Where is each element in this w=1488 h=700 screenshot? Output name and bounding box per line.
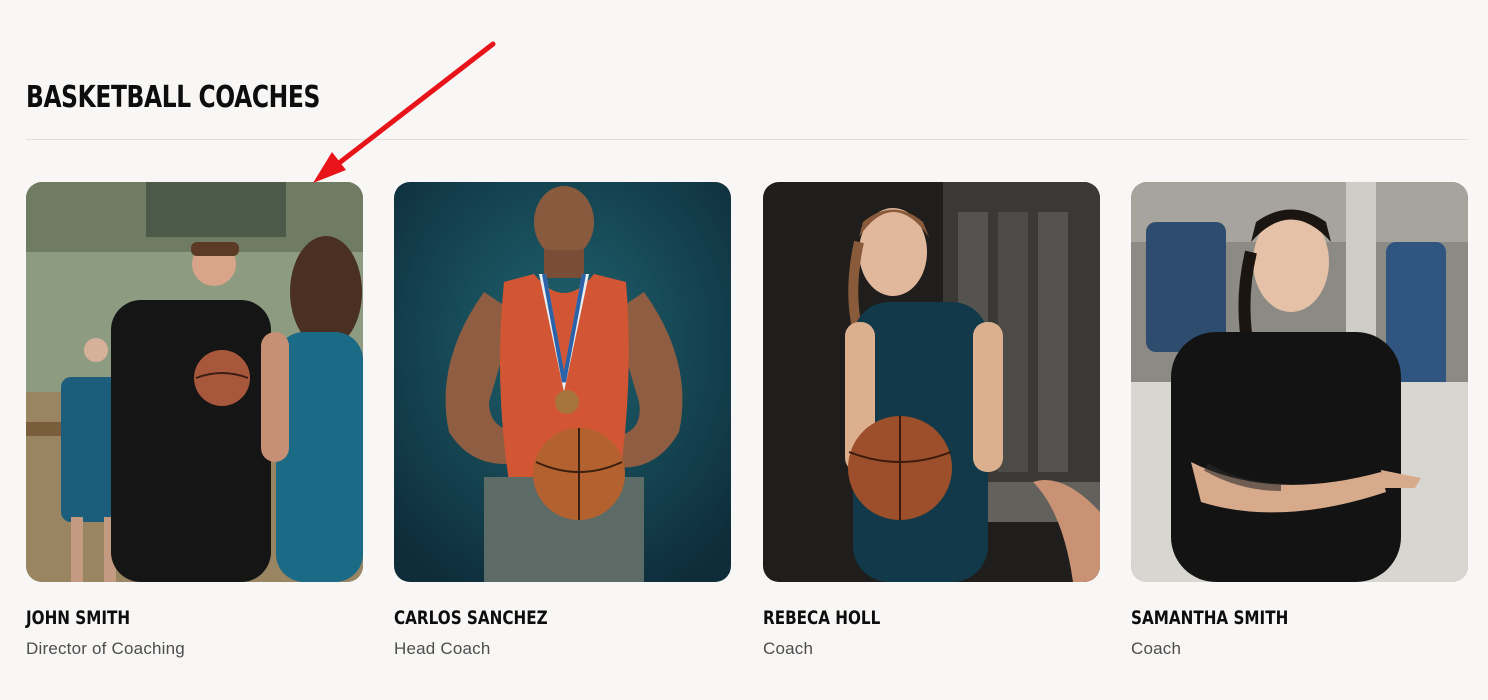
coach-role: Coach bbox=[763, 639, 814, 658]
coach-name: SAMANTHA SMITH bbox=[1131, 607, 1289, 629]
coach-name: JOHN SMITH bbox=[26, 607, 131, 629]
section-divider bbox=[26, 139, 1468, 140]
section-title: BASKETBALL COACHES bbox=[26, 80, 320, 115]
coach-role: Head Coach bbox=[394, 639, 491, 658]
coach-photo[interactable] bbox=[26, 182, 363, 582]
coach-card[interactable]: CARLOS SANCHEZ Head Coach bbox=[394, 182, 731, 659]
coach-photo[interactable] bbox=[1131, 182, 1468, 582]
coach-role: Coach bbox=[1131, 639, 1182, 658]
coach-card[interactable]: JOHN SMITH Director of Coaching bbox=[26, 182, 363, 659]
coach-role: Director of Coaching bbox=[26, 639, 185, 658]
coach-photo[interactable] bbox=[394, 182, 731, 582]
coach-name: REBECA HOLL bbox=[763, 607, 881, 629]
coach-name: CARLOS SANCHEZ bbox=[394, 607, 548, 629]
coach-card[interactable]: REBECA HOLL Coach bbox=[763, 182, 1100, 659]
coach-card[interactable]: SAMANTHA SMITH Coach bbox=[1131, 182, 1468, 659]
coach-photo[interactable] bbox=[763, 182, 1100, 582]
